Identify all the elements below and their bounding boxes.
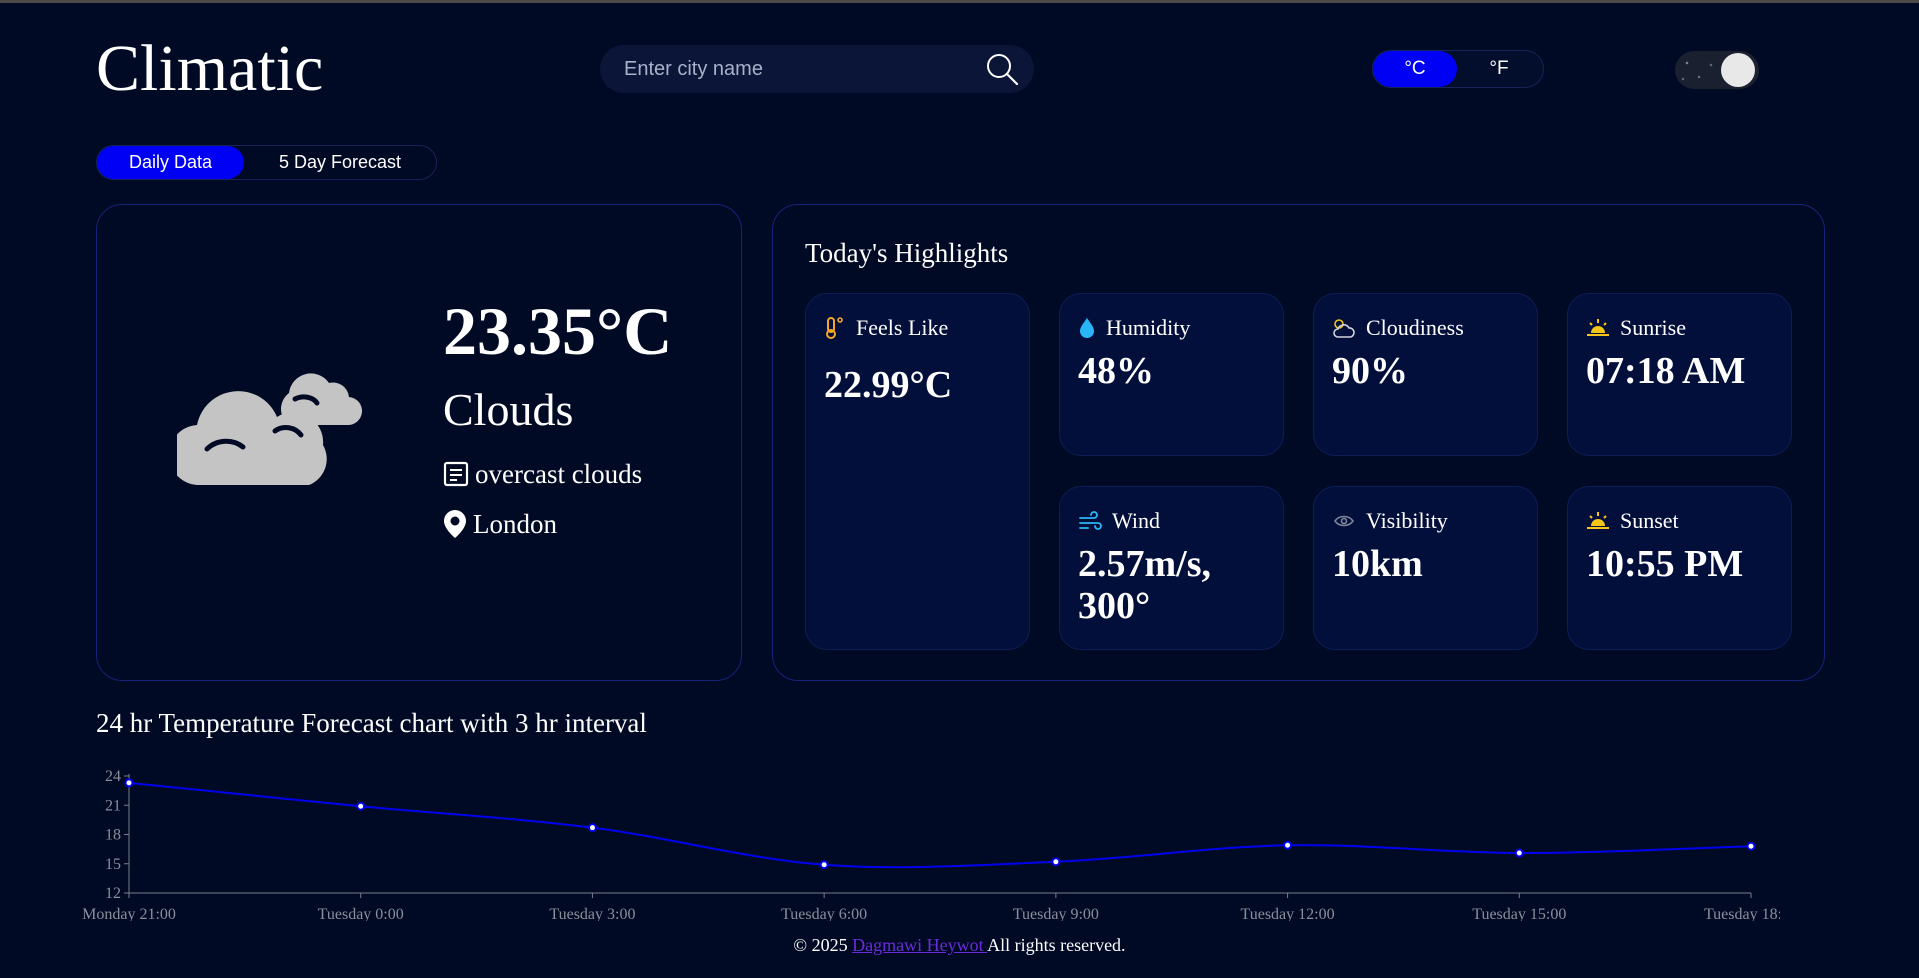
location-row: London (443, 507, 557, 541)
sunset-value: 10:55 PM (1586, 543, 1744, 585)
y-tick-label: 21 (105, 797, 121, 814)
cloud-icon (177, 373, 363, 485)
tab-5-day-forecast[interactable]: 5 Day Forecast (244, 146, 436, 179)
x-tick-label: Tuesday 3:00 (549, 906, 635, 921)
theme-toggle[interactable] (1675, 51, 1759, 89)
sunrise-card: Sunrise 07:18 AM (1567, 293, 1792, 456)
x-tick-label: Tuesday 12:00 (1241, 906, 1335, 921)
current-weather-card: 23.35°C Clouds overcast clouds London (96, 204, 742, 681)
humidity-label: Humidity (1106, 315, 1191, 340)
weather-description: overcast clouds (475, 459, 643, 489)
celsius-button[interactable]: °C (1373, 51, 1457, 87)
theme-toggle-knob (1721, 53, 1755, 87)
data-point (819, 860, 829, 870)
app-logo: Climatic (96, 32, 324, 105)
fahrenheit-button[interactable]: °F (1457, 51, 1541, 87)
sunset-icon (1587, 512, 1609, 529)
wind-icon (1079, 511, 1102, 530)
y-tick-label: 18 (105, 827, 121, 844)
eye-icon (1334, 515, 1354, 527)
sunrise-icon (1587, 319, 1609, 336)
highlights-panel: Today's Highlights Feels Like 22.99°C Hu… (772, 204, 1825, 681)
x-tick-label: Tuesday 18:00 (1704, 906, 1780, 921)
view-tabs: Daily Data 5 Day Forecast (96, 145, 437, 180)
cloudiness-label: Cloudiness (1366, 315, 1464, 340)
sunset-label: Sunset (1620, 508, 1679, 533)
data-point (356, 801, 366, 811)
y-tick-label: 24 (105, 768, 121, 785)
feels-like-label: Feels Like (856, 315, 949, 340)
search-input[interactable] (624, 45, 964, 93)
visibility-card: Visibility 10km (1313, 486, 1538, 650)
data-point (587, 823, 597, 833)
search-bar (600, 45, 1034, 93)
tab-daily-data[interactable]: Daily Data (97, 146, 244, 179)
data-point (1283, 840, 1293, 850)
footer-rights: All rights reserved. (987, 935, 1126, 955)
visibility-label: Visibility (1366, 508, 1448, 533)
description-icon (443, 461, 469, 487)
humidity-card: Humidity 48% (1059, 293, 1284, 456)
x-tick-label: Monday 21:00 (82, 906, 176, 921)
temperature-series-line (128, 781, 1752, 869)
cloudiness-card: Cloudiness 90% (1313, 293, 1538, 456)
author-link[interactable]: Dagmawi Heywot (852, 935, 987, 955)
data-point (124, 778, 134, 788)
humidity-value: 48% (1078, 350, 1154, 392)
y-tick-label: 12 (105, 885, 121, 902)
footer-copyright: © 2025 (793, 935, 853, 955)
sunset-card: Sunset 10:55 PM (1567, 486, 1792, 650)
wind-label: Wind (1112, 508, 1160, 533)
sunrise-label: Sunrise (1620, 315, 1686, 340)
x-tick-label: Tuesday 9:00 (1013, 906, 1099, 921)
x-tick-label: Tuesday 6:00 (781, 906, 867, 921)
search-icon[interactable] (984, 51, 1020, 87)
chart-title: 24 hr Temperature Forecast chart with 3 … (96, 708, 647, 738)
wind-card: Wind 2.57m/s, 300° (1059, 486, 1284, 650)
sunrise-value: 07:18 AM (1586, 350, 1746, 392)
current-temperature: 23.35°C (443, 293, 673, 369)
feels-like-value: 22.99°C (824, 364, 953, 406)
data-point (1514, 848, 1524, 858)
weather-condition: Clouds (443, 384, 574, 435)
x-tick-label: Tuesday 0:00 (318, 906, 404, 921)
data-point (1051, 857, 1061, 867)
thermometer-icon (826, 317, 843, 339)
wind-value: 2.57m/s, 300° (1078, 543, 1211, 627)
location-pin-icon (444, 510, 466, 538)
water-drop-icon (1080, 318, 1094, 338)
cloudiness-value: 90% (1332, 350, 1408, 392)
weather-description-row: overcast clouds (443, 457, 642, 491)
temperature-line-chart: 12 15 18 21 24 Monday 21:00 Tuesday 0:00 Tuesda… (82, 768, 1780, 921)
feels-like-card: Feels Like 22.99°C (805, 293, 1030, 650)
y-tick-label: 15 (105, 856, 121, 873)
x-tick-label: Tuesday 15:00 (1472, 906, 1566, 921)
location-name: London (473, 509, 557, 539)
data-point (1746, 841, 1756, 851)
unit-toggle: °C °F (1372, 50, 1544, 88)
highlights-title: Today's Highlights (805, 238, 1009, 268)
cloud-sun-icon (1333, 319, 1355, 338)
footer: © 2025 Dagmawi Heywot All rights reserve… (0, 933, 1919, 957)
visibility-value: 10km (1332, 543, 1423, 585)
